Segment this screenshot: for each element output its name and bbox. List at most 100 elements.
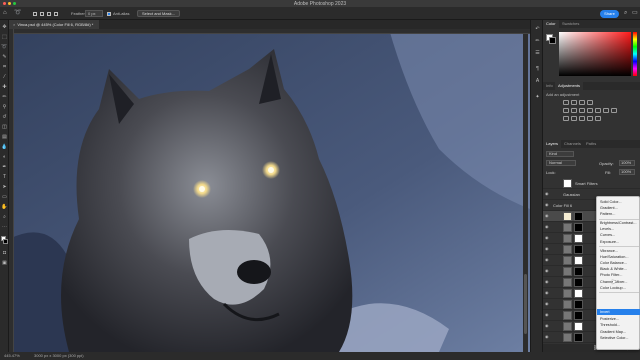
layer-mask-thumbnail[interactable] xyxy=(574,322,583,331)
layer-mask-thumbnail[interactable] xyxy=(574,245,583,254)
layer-mask-thumbnail[interactable] xyxy=(574,223,583,232)
gradient-map-adjustment-icon[interactable] xyxy=(587,116,593,121)
eraser-tool-icon[interactable]: ◫ xyxy=(1,124,8,131)
vibrance-adjustment-icon[interactable] xyxy=(563,108,569,113)
visibility-eye-icon[interactable]: ◉ xyxy=(545,302,550,306)
visibility-eye-icon[interactable]: ◉ xyxy=(545,335,550,339)
gradient-tool-icon[interactable]: ▤ xyxy=(1,134,8,141)
close-tab-icon[interactable]: × xyxy=(13,22,15,27)
black-white-adjustment-icon[interactable] xyxy=(587,108,593,113)
layer-mask-thumbnail[interactable] xyxy=(574,289,583,298)
visibility-eye-icon[interactable]: ◉ xyxy=(545,258,550,262)
antialias-checkbox[interactable] xyxy=(107,12,111,16)
history-panel-icon[interactable]: ↶ xyxy=(534,26,541,33)
paragraph-panel-icon[interactable]: ¶ xyxy=(534,66,541,73)
visibility-eye-icon[interactable]: ◉ xyxy=(545,269,550,273)
canvas-area[interactable] xyxy=(9,29,530,352)
blend-mode-select[interactable]: Normal xyxy=(546,160,576,166)
curves-adjustment-icon[interactable] xyxy=(579,100,585,105)
select-and-mask-button[interactable]: Select and Mask... xyxy=(137,10,180,17)
blur-tool-icon[interactable]: 💧 xyxy=(1,144,8,151)
zoom-tool-icon[interactable]: ⌕ xyxy=(1,214,8,221)
screen-mode-icon[interactable]: ▣ xyxy=(1,260,8,267)
hue-slider[interactable] xyxy=(633,32,637,76)
color-lookup-adjustment-icon[interactable] xyxy=(611,108,617,113)
visibility-eye-icon[interactable]: ◉ xyxy=(545,203,550,207)
layer-mask-thumbnail[interactable] xyxy=(574,212,583,221)
visibility-eye-icon[interactable]: ◉ xyxy=(545,192,550,196)
eyedropper-tool-icon[interactable]: ⁄ xyxy=(1,74,8,81)
tab-layers[interactable]: Layers xyxy=(543,140,562,148)
opacity-input[interactable]: 100% xyxy=(619,160,635,166)
layer-mask-thumbnail[interactable] xyxy=(574,256,583,265)
healing-brush-tool-icon[interactable]: ✚ xyxy=(1,84,8,91)
posterize-adjustment-icon[interactable] xyxy=(571,116,577,121)
exposure-adjustment-icon[interactable] xyxy=(587,100,593,105)
marquee-tool-icon[interactable]: ⬚ xyxy=(1,34,8,41)
layer-mask-thumbnail[interactable] xyxy=(574,234,583,243)
document-tab[interactable]: × Vinca.psd @ 445% (Color Fill 6, RGB/8#)… xyxy=(9,20,99,29)
menu-item-color-lookup[interactable]: Color Lookup... xyxy=(597,285,640,291)
scrollbar-thumb[interactable] xyxy=(524,274,527,334)
menu-item-selective-color[interactable]: Selective Color... xyxy=(597,335,640,341)
hue-saturation-adjustment-icon[interactable] xyxy=(571,108,577,113)
color-balance-adjustment-icon[interactable] xyxy=(579,108,585,113)
menu-item-gradient-map[interactable]: Gradient Map... xyxy=(597,329,640,335)
clone-stamp-tool-icon[interactable]: ⚲ xyxy=(1,104,8,111)
lasso-tool-icon[interactable]: ➰ xyxy=(1,44,8,51)
visibility-eye-icon[interactable]: ◉ xyxy=(545,280,550,284)
pen-tool-icon[interactable]: ✒ xyxy=(1,164,8,171)
visibility-eye-icon[interactable]: ◉ xyxy=(545,236,550,240)
invert-adjustment-icon[interactable] xyxy=(563,116,569,121)
color-picker-field[interactable] xyxy=(559,32,631,76)
path-select-tool-icon[interactable]: ➤ xyxy=(1,184,8,191)
menu-item-posterize[interactable]: Posterize... xyxy=(597,316,640,322)
background-color-swatch[interactable] xyxy=(3,239,8,244)
menu-item-exposure[interactable]: Exposure... xyxy=(597,239,640,245)
filter-kind-select[interactable]: Kind xyxy=(546,151,574,157)
crop-tool-icon[interactable]: ⌗ xyxy=(1,64,8,71)
tab-swatches[interactable]: Swatches xyxy=(559,20,582,28)
menu-item-invert[interactable]: Invert xyxy=(597,309,640,316)
menu-item-threshold[interactable]: Threshold... xyxy=(597,322,640,328)
brush-panel-icon[interactable]: ✏ xyxy=(534,38,541,45)
vertical-scrollbar[interactable] xyxy=(523,34,528,352)
menu-item-pattern[interactable]: Pattern... xyxy=(597,211,640,217)
selective-color-adjustment-icon[interactable] xyxy=(595,116,601,121)
type-tool-icon[interactable]: T xyxy=(1,174,8,181)
tab-color[interactable]: Color xyxy=(543,20,559,28)
history-brush-tool-icon[interactable]: ↺ xyxy=(1,114,8,121)
background-color-chip[interactable] xyxy=(549,37,556,44)
visibility-eye-icon[interactable]: ◉ xyxy=(545,324,550,328)
brightness-adjustment-icon[interactable] xyxy=(563,100,569,105)
dodge-tool-icon[interactable]: ◐ xyxy=(1,154,8,161)
visibility-eye-icon[interactable]: ◉ xyxy=(545,225,550,229)
more-tools-icon[interactable]: ⋯ xyxy=(1,224,8,231)
hand-tool-icon[interactable]: ✋ xyxy=(1,204,8,211)
layer-mask-thumbnail[interactable] xyxy=(574,311,583,320)
feather-input[interactable]: 0 px xyxy=(85,10,103,17)
tab-info[interactable]: Info xyxy=(543,82,556,90)
properties-panel-icon[interactable]: ☰ xyxy=(534,50,541,57)
share-button[interactable]: Share xyxy=(600,10,619,18)
threshold-adjustment-icon[interactable] xyxy=(579,116,585,121)
search-icon[interactable]: ⌕ xyxy=(624,10,627,17)
move-tool-icon[interactable]: ✥ xyxy=(1,24,8,31)
quick-mask-icon[interactable]: ◘ xyxy=(1,250,8,257)
tab-channels[interactable]: Channels xyxy=(561,140,584,148)
channel-mixer-adjustment-icon[interactable] xyxy=(603,108,609,113)
fill-input[interactable]: 100% xyxy=(619,169,635,175)
lasso-tool-icon[interactable]: ➰ xyxy=(14,10,21,17)
layer-mask-thumbnail[interactable] xyxy=(574,267,583,276)
subtract-selection-icon[interactable] xyxy=(47,12,51,16)
intersect-selection-icon[interactable] xyxy=(54,12,58,16)
visibility-eye-icon[interactable]: ◉ xyxy=(545,214,550,218)
quick-select-tool-icon[interactable]: ✎ xyxy=(1,54,8,61)
layer-row[interactable]: Smart Filters xyxy=(543,178,640,189)
visibility-eye-icon[interactable]: ◉ xyxy=(545,247,550,251)
rectangle-tool-icon[interactable]: ▭ xyxy=(1,194,8,201)
zoom-level[interactable]: 445.47% xyxy=(4,352,20,360)
character-panel-icon[interactable]: A xyxy=(534,78,541,85)
workspace-icon[interactable]: ▭ xyxy=(632,10,638,17)
levels-adjustment-icon[interactable] xyxy=(571,100,577,105)
